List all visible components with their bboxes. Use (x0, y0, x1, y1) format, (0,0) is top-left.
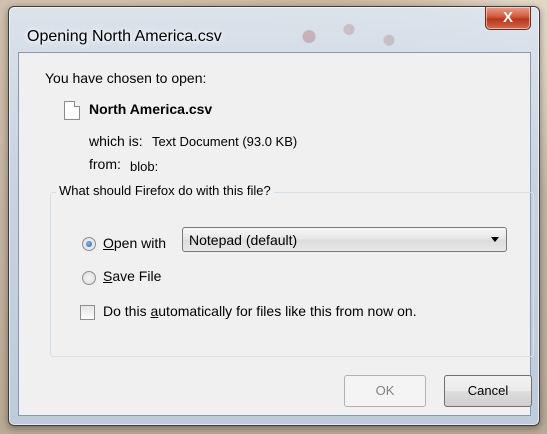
save-file-access-key: S (103, 268, 113, 284)
application-select[interactable]: Notepad (default) (182, 227, 507, 252)
cancel-button[interactable]: Cancel (444, 375, 532, 407)
source-label: from: (89, 156, 121, 172)
title-bar-background-art (249, 15, 449, 51)
close-button[interactable]: X (485, 7, 531, 30)
auto-action-label-post: utomatically for files like this from no… (158, 303, 417, 319)
auto-action-label[interactable]: Do this automatically for files like thi… (103, 303, 417, 319)
save-file-label[interactable]: Save File (103, 268, 161, 284)
document-icon (64, 101, 80, 120)
save-file-label-text: ave File (112, 268, 162, 284)
open-with-radio[interactable] (82, 237, 96, 251)
file-name: North America.csv (89, 101, 213, 117)
save-file-radio[interactable] (82, 271, 96, 285)
dialog-title: Opening North America.csv (27, 28, 222, 45)
application-select-value: Notepad (default) (189, 232, 298, 248)
auto-action-label-pre: Do this (103, 303, 151, 319)
download-dialog: Opening North America.csv X You have cho… (8, 6, 540, 426)
file-type-value: Text Document (93.0 KB) (152, 134, 298, 149)
file-type-label: which is: (89, 133, 143, 149)
auto-action-checkbox[interactable] (80, 305, 95, 320)
open-with-label-text: pen with (113, 235, 167, 251)
chosen-to-open-label: You have chosen to open: (45, 70, 207, 86)
open-with-label[interactable]: Open with (103, 235, 166, 251)
ok-button[interactable]: OK (344, 375, 426, 407)
action-question: What should Firefox do with this file? (56, 183, 274, 198)
open-with-access-key: O (103, 235, 114, 251)
chevron-down-icon (491, 237, 499, 242)
title-bar[interactable]: Opening North America.csv X (9, 7, 539, 51)
dialog-body: You have chosen to open: North America.c… (18, 52, 534, 416)
source-value: blob: (130, 159, 159, 174)
